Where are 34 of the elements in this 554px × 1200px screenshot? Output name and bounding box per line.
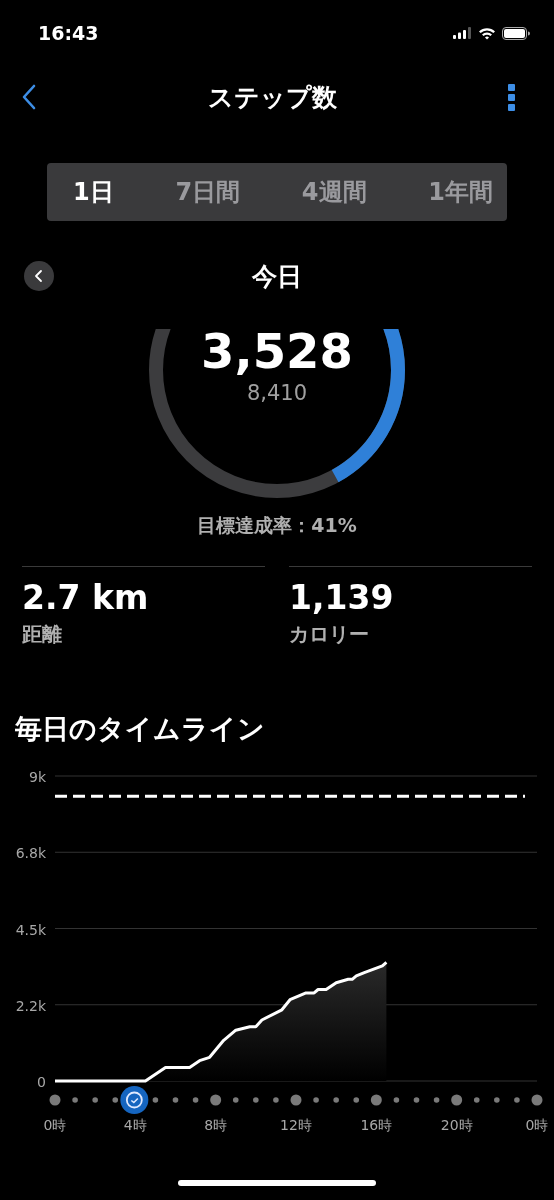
y-axis-label: 6.8k [15, 845, 46, 862]
screen-title: ステップ数 [207, 81, 337, 114]
step-count: 3,528 [201, 323, 353, 379]
y-axis-label: 4.5k [15, 921, 46, 938]
x-axis-label: 0時 [525, 1117, 549, 1133]
y-axis-label: 9k [29, 769, 46, 785]
back-icon[interactable] [22, 84, 36, 110]
x-axis-label: 12時 [280, 1117, 312, 1133]
period-tab[interactable]: 1日 [73, 176, 114, 208]
signal-icon [453, 27, 472, 39]
x-axis-label: 4時 [123, 1117, 147, 1133]
stat-label: カロリー [289, 621, 370, 648]
x-axis-label: 16時 [360, 1117, 393, 1133]
section-title: 毎日のタイムライン [15, 712, 266, 746]
battery-icon [502, 26, 530, 40]
period-tab[interactable]: 1年間 [428, 176, 493, 208]
wifi-icon [478, 26, 496, 40]
clock-marker-icon[interactable] [120, 1086, 149, 1114]
stat-label: 距離 [22, 621, 63, 648]
status-time: 16:43 [38, 22, 99, 44]
period-tab[interactable]: 7日間 [175, 176, 241, 208]
stat-value: 1,139 [289, 577, 395, 619]
period-title: 今日 [252, 260, 302, 293]
x-axis-label: 0時 [43, 1117, 67, 1133]
more-icon[interactable] [508, 83, 516, 111]
y-axis-label: 0 [37, 1074, 46, 1090]
period-tab[interactable]: 4週間 [301, 176, 367, 208]
goal-achievement: 目標達成率：41% [196, 513, 358, 538]
stat-value: 2.7 km [22, 577, 150, 619]
previous-day-button[interactable] [24, 261, 54, 291]
step-goal: 8,410 [246, 380, 308, 407]
y-axis-label: 2.2k [15, 997, 46, 1014]
x-axis-label: 20時 [440, 1117, 473, 1133]
x-axis-label: 8時 [204, 1117, 228, 1133]
